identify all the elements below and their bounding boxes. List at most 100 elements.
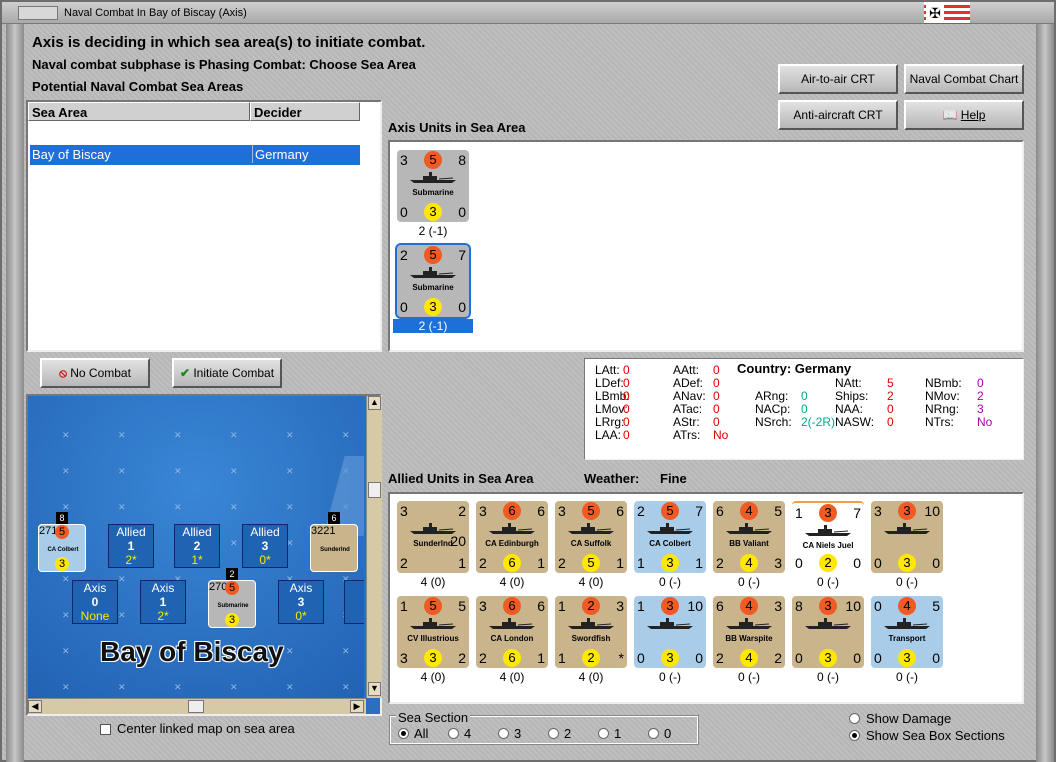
show-sea-box-sections-label: Show Sea Box Sections bbox=[866, 728, 1005, 743]
unit-extra-value: 0 bbox=[458, 299, 466, 315]
map-viewport[interactable]: ✕✕✕✕✕✕✕✕✕✕✕✕✕✕✕✕✕✕✕✕✕✕✕✕✕✕✕✕✕✕✕✕✕✕✕✕✕✕✕✕… bbox=[28, 396, 364, 698]
unit-counter[interactable]: 3 3 10 0 3 0 bbox=[871, 501, 943, 573]
unit-counter[interactable]: 1 2 3 Swordfish 1 2 * bbox=[555, 596, 627, 668]
allied-sea-box[interactable]: Allied 2 1* bbox=[174, 524, 220, 568]
center-map-checkbox[interactable] bbox=[100, 724, 111, 735]
no-combat-button[interactable]: ⦸ No Combat bbox=[40, 358, 150, 388]
sea-section-radio-2[interactable] bbox=[498, 728, 509, 739]
unit-counter[interactable]: 2 5 7 Submarine 0 3 0 bbox=[395, 243, 471, 319]
unit-counter[interactable]: 0 4 5 Transport 0 3 0 bbox=[871, 596, 943, 668]
unit-range-value: 4 bbox=[898, 597, 916, 615]
unit-attack-value: 8 bbox=[795, 598, 803, 614]
unit-name: BB Valiant bbox=[729, 539, 769, 548]
axis-sea-box[interactable]: Axis 0 None bbox=[72, 580, 118, 624]
unit-name: Transport bbox=[888, 634, 926, 643]
show-damage-radio[interactable] bbox=[849, 713, 860, 724]
axis-sea-box[interactable]: Axis 1 2* bbox=[140, 580, 186, 624]
column-header-sea-area[interactable]: Sea Area bbox=[28, 102, 250, 121]
unit-aa-value: 3 bbox=[898, 554, 916, 572]
sea-area-row[interactable]: Bay of Biscay Germany bbox=[30, 145, 360, 165]
sea-area-map[interactable]: ✕✕✕✕✕✕✕✕✕✕✕✕✕✕✕✕✕✕✕✕✕✕✕✕✕✕✕✕✕✕✕✕✕✕✕✕✕✕✕✕… bbox=[26, 394, 382, 716]
stat-value: 0 bbox=[623, 402, 630, 416]
unit-counter[interactable]: 1 3 7 CA Niels Juel 0 2 0 bbox=[792, 501, 864, 573]
unit-counter[interactable]: 2 5 7 CA Colbert 1 3 1 bbox=[634, 501, 706, 573]
map-vertical-scrollbar[interactable]: ▲ ▼ bbox=[366, 396, 382, 698]
axis-sea-box-partial[interactable] bbox=[344, 580, 364, 624]
unit-range-value: 3 bbox=[819, 504, 837, 522]
unit-counter[interactable]: 3 5 6 CA Suffolk 2 5 1 bbox=[555, 501, 627, 573]
unit-name: Submarine bbox=[412, 188, 454, 197]
axis-units-panel[interactable] bbox=[388, 140, 1024, 352]
wave-mark: ✕ bbox=[342, 682, 350, 692]
unit-counter[interactable]: 3 5 8 Submarine 0 3 0 bbox=[397, 150, 469, 222]
sea-box-side: Axis bbox=[151, 581, 175, 595]
sea-section-radio-5[interactable] bbox=[648, 728, 659, 739]
unit-caption: 4 (0) bbox=[499, 575, 525, 589]
stat-value: 0 bbox=[623, 428, 630, 442]
unit-name: BB Warspite bbox=[725, 634, 773, 643]
stat-value: 0 bbox=[713, 402, 720, 416]
sea-section-radio-0[interactable] bbox=[398, 728, 409, 739]
naval-combat-chart-button[interactable]: Naval Combat Chart bbox=[904, 64, 1024, 94]
unit-movement-value: 2 bbox=[458, 503, 466, 519]
scroll-up-arrow-icon[interactable]: ▲ bbox=[368, 396, 381, 410]
stat-value: No bbox=[977, 415, 993, 429]
air-to-air-crt-button[interactable]: Air-to-air CRT bbox=[778, 64, 898, 94]
allied-sea-box[interactable]: Allied 1 2* bbox=[108, 524, 154, 568]
unit-counter[interactable]: 3 6 6 CA Edinburgh 2 6 1 bbox=[476, 501, 548, 573]
unit-air-value: 20 bbox=[450, 533, 466, 549]
map-unit-counter[interactable]: 257CA Colbert131 bbox=[38, 524, 86, 572]
unit-attack-value: 3 bbox=[479, 503, 487, 519]
unit-counter[interactable]: 8 3 10 0 3 0 bbox=[792, 596, 864, 668]
map-horizontal-scrollbar[interactable]: ◀ ▶ bbox=[28, 698, 366, 714]
help-label: Help bbox=[960, 108, 986, 122]
column-header-decider[interactable]: Decider bbox=[250, 102, 360, 121]
unit-defense-value: 0 bbox=[795, 650, 803, 666]
unit-counter[interactable]: 1 5 5 CV Illustrious 3 3 2 bbox=[397, 596, 469, 668]
scroll-down-arrow-icon[interactable]: ▼ bbox=[368, 682, 381, 696]
wave-mark: ✕ bbox=[342, 430, 350, 440]
show-sea-box-sections-radio[interactable] bbox=[849, 730, 860, 741]
unit-name: CA Suffolk bbox=[570, 539, 612, 548]
unit-counter[interactable]: 1 3 10 0 3 0 bbox=[634, 596, 706, 668]
sea-area-list[interactable]: Sea Area Decider Bay of Biscay Germany bbox=[26, 100, 382, 352]
map-unit-counter[interactable]: 32 Sunderlnd 21 bbox=[310, 524, 358, 572]
unit-movement-value: 5 bbox=[774, 503, 782, 519]
allied-sea-box[interactable]: Allied 3 0* bbox=[242, 524, 288, 568]
ship-silhouette-icon bbox=[409, 265, 457, 279]
unit-range-value: 5 bbox=[424, 246, 442, 264]
unit-counter[interactable]: 6 4 5 BB Valiant 2 4 3 bbox=[713, 501, 785, 573]
map-unit-counter[interactable]: 257Submarine030 bbox=[208, 580, 256, 628]
anti-aircraft-crt-button[interactable]: Anti-aircraft CRT bbox=[778, 100, 898, 130]
scroll-left-arrow-icon[interactable]: ◀ bbox=[28, 700, 42, 713]
unit-caption: 0 (-) bbox=[738, 575, 760, 589]
scroll-right-arrow-icon[interactable]: ▶ bbox=[350, 700, 364, 713]
sea-section-radio-3[interactable] bbox=[548, 728, 559, 739]
initiate-combat-button[interactable]: ✔ Initiate Combat bbox=[172, 358, 282, 388]
sea-section-option-label: 4 bbox=[464, 726, 472, 741]
sea-section-radio-4[interactable] bbox=[598, 728, 609, 739]
stat-value: 0 bbox=[623, 376, 630, 390]
wave-mark: ✕ bbox=[118, 682, 126, 692]
unit-counter[interactable]: 3 2 Sunderlnd 2 1 20 bbox=[397, 501, 469, 573]
vertical-scroll-thumb[interactable] bbox=[368, 482, 381, 498]
sea-box-number: 0 bbox=[91, 595, 99, 609]
unit-aa-value: 5 bbox=[582, 554, 600, 572]
axis-sea-box[interactable]: Axis 3 0* bbox=[278, 580, 324, 624]
germany-flag-icon: ✠ bbox=[924, 2, 970, 24]
unit-name: CA Colbert bbox=[649, 539, 691, 548]
wave-mark: ✕ bbox=[230, 538, 238, 548]
system-menu-button[interactable] bbox=[18, 6, 58, 20]
unit-aa-value: 6 bbox=[503, 649, 521, 667]
wave-mark: ✕ bbox=[174, 682, 182, 692]
unit-counter[interactable]: 3 6 6 CA London 2 6 1 bbox=[476, 596, 548, 668]
help-button[interactable]: 📖 Help bbox=[904, 100, 1024, 130]
unit-movement-value: 10 bbox=[924, 503, 940, 519]
sea-section-radio-1[interactable] bbox=[448, 728, 459, 739]
wave-mark: ✕ bbox=[286, 682, 294, 692]
unit-range-value: 6 bbox=[503, 502, 521, 520]
unit-counter[interactable]: 6 4 3 BB Warspite 2 4 2 bbox=[713, 596, 785, 668]
horizontal-scroll-thumb[interactable] bbox=[188, 700, 204, 713]
unit-extra-value: 0 bbox=[932, 650, 940, 666]
unit-attack-value: 6 bbox=[716, 503, 724, 519]
